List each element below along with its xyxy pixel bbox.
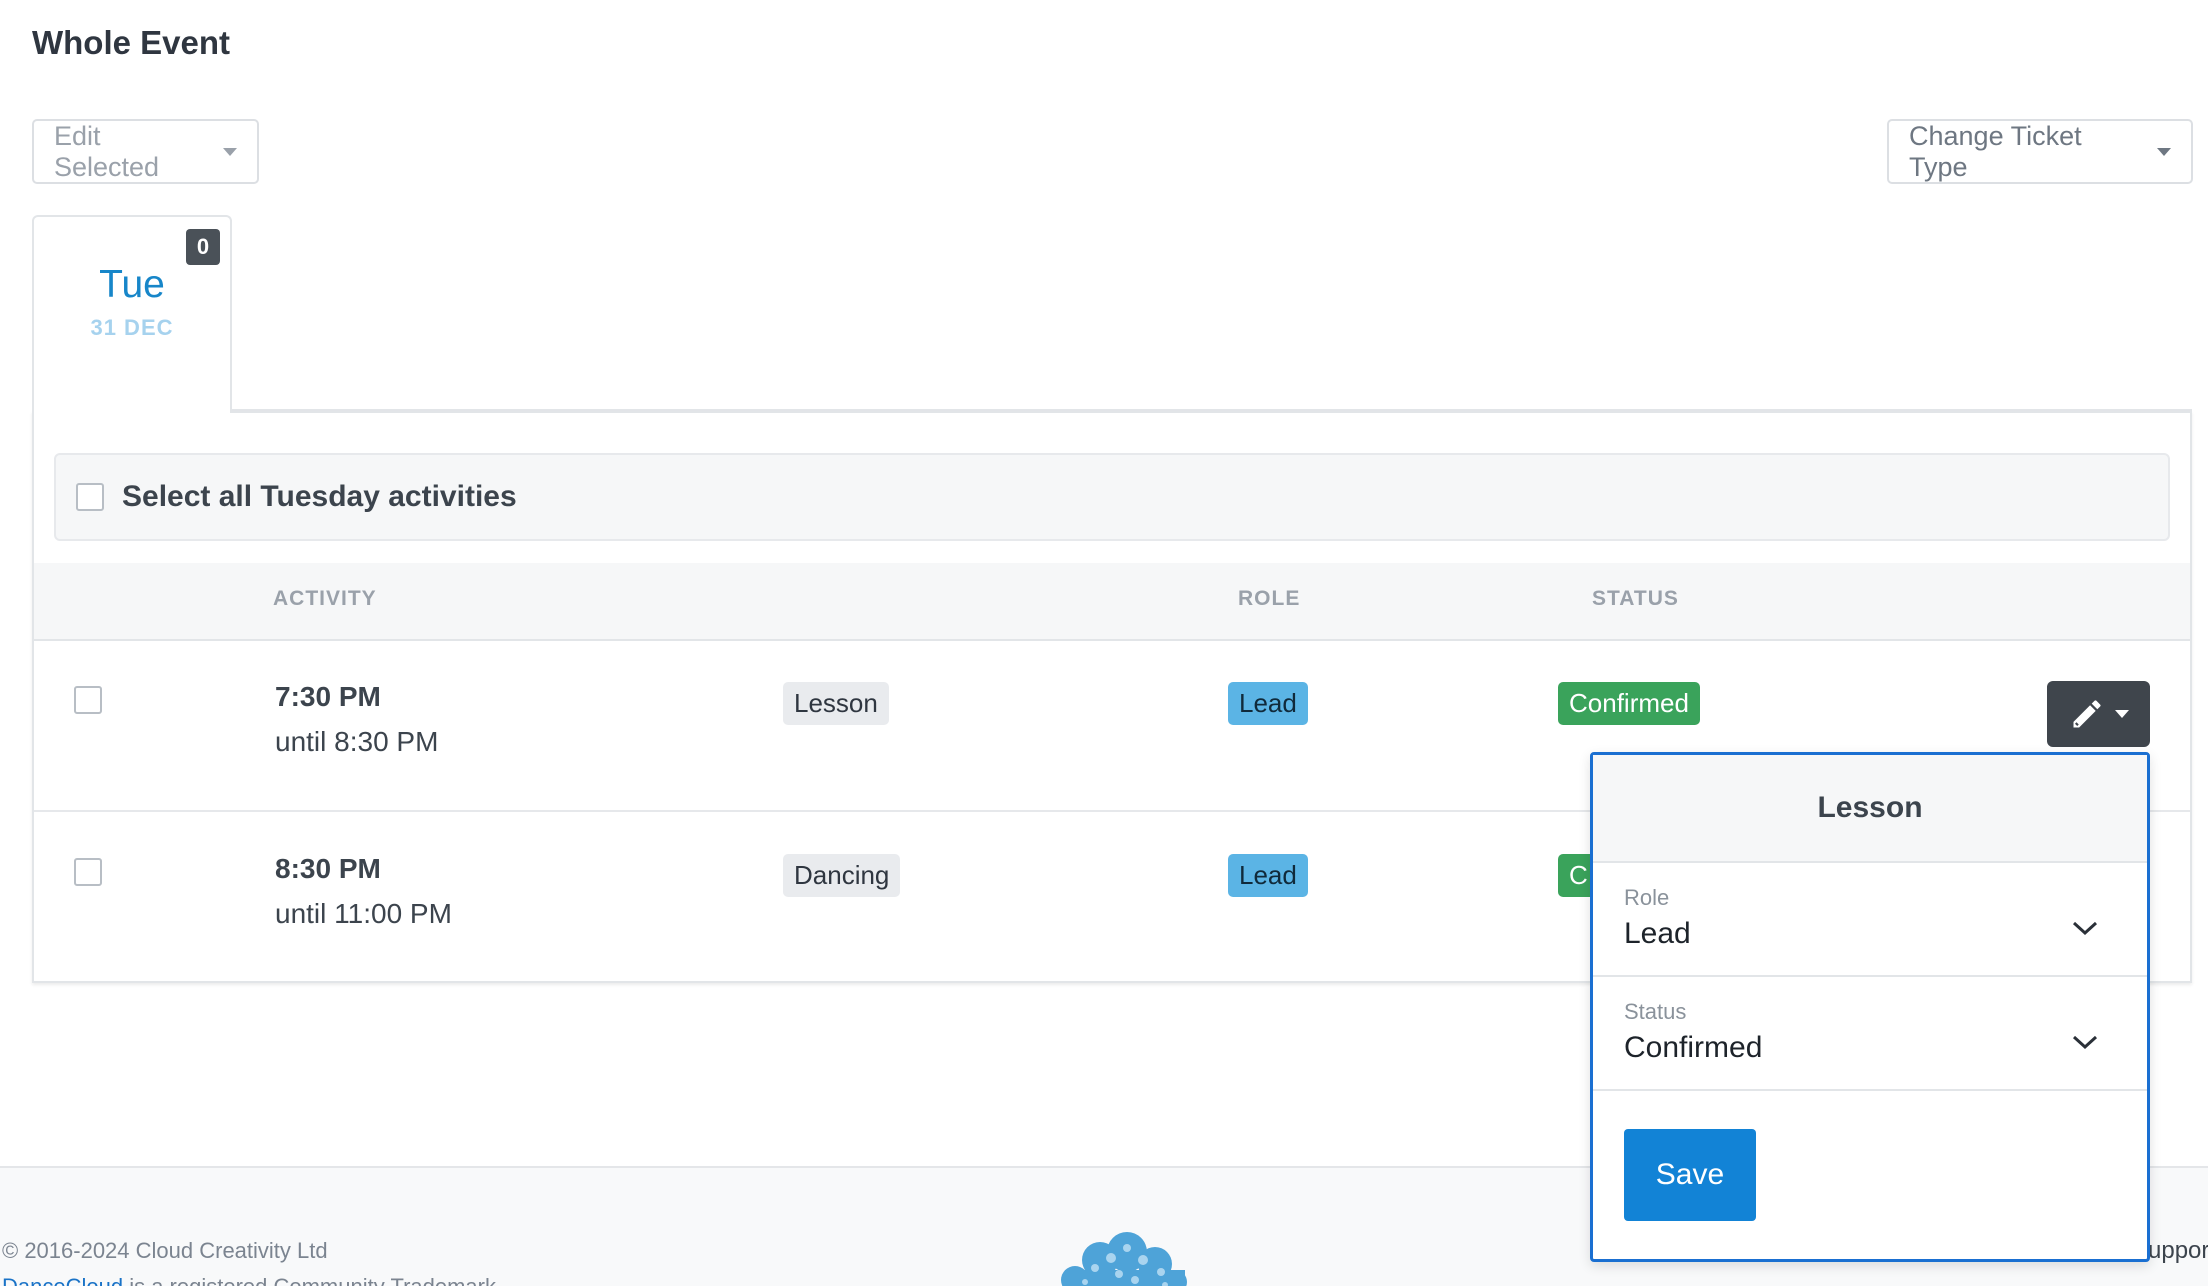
popover-title: Lesson (1593, 755, 2147, 863)
role-tag: Lead (1228, 682, 1308, 725)
save-button[interactable]: Save (1624, 1129, 1756, 1221)
activity-tag: Lesson (783, 682, 889, 725)
activity-start-time: 7:30 PM (275, 681, 381, 712)
page-title: Whole Event (32, 24, 231, 61)
column-header-activity: ACTIVITY (273, 587, 377, 610)
select-all-row[interactable]: Select all Tuesday activities (54, 453, 2170, 541)
select-all-checkbox[interactable] (76, 483, 104, 511)
role-field-value: Lead (1624, 917, 1691, 950)
row-checkbox[interactable] (74, 686, 102, 714)
status-tag: Confirmed (1558, 682, 1700, 725)
role-tag: Lead (1228, 854, 1308, 897)
dancecloud-logo-icon (1061, 1232, 1187, 1286)
caret-down-icon (2114, 710, 2129, 718)
status-select[interactable]: Status Confirmed (1593, 977, 2147, 1091)
change-ticket-type-label: Change Ticket Type (1909, 120, 2082, 182)
column-header-status: STATUS (1592, 587, 1679, 610)
dancecloud-link[interactable]: DanceCloud (2, 1274, 123, 1286)
select-all-label: Select all Tuesday activities (122, 480, 517, 513)
chevron-down-icon (2072, 921, 2098, 936)
copyright-text: © 2016-2024 Cloud Creativity Ltd (2, 1238, 328, 1263)
column-header-role: ROLE (1238, 587, 1301, 610)
edit-selected-button[interactable]: Edit Selected (32, 119, 259, 184)
activity-start-time: 8:30 PM (275, 853, 381, 884)
trademark-suffix: is a registered Community Trademark (123, 1274, 496, 1286)
activity-end-time: until 11:00 PM (275, 898, 452, 929)
chevron-down-icon (2072, 1035, 2098, 1050)
status-field-value: Confirmed (1624, 1031, 1763, 1064)
tab-day-name: Tue (99, 263, 165, 306)
edit-activity-popover: Lesson Role Lead Status Confirmed Save (1590, 752, 2150, 1262)
table-header: ACTIVITY ROLE STATUS (34, 563, 2190, 641)
edit-row-button[interactable] (2047, 681, 2150, 747)
count-badge: 0 (186, 229, 220, 265)
pencil-icon (2073, 700, 2101, 728)
role-select[interactable]: Role Lead (1593, 863, 2147, 977)
activity-tag: Dancing (783, 854, 901, 897)
support-link[interactable]: uppor (2148, 1237, 2208, 1265)
edit-selected-label: Edit Selected (54, 120, 160, 182)
status-field-label: Status (1624, 999, 1687, 1024)
tab-day-date: 31 DEC (90, 315, 174, 340)
change-ticket-type-button[interactable]: Change Ticket Type (1887, 119, 2193, 184)
tab-tuesday[interactable]: 0 Tue 31 DEC (32, 215, 232, 413)
role-field-label: Role (1624, 885, 1670, 910)
caret-down-icon (2157, 147, 2171, 156)
activity-end-time: until 8:30 PM (275, 726, 439, 757)
row-checkbox[interactable] (74, 858, 102, 886)
caret-down-icon (223, 147, 237, 156)
trademark-text: DanceCloud is a registered Community Tra… (2, 1274, 496, 1286)
